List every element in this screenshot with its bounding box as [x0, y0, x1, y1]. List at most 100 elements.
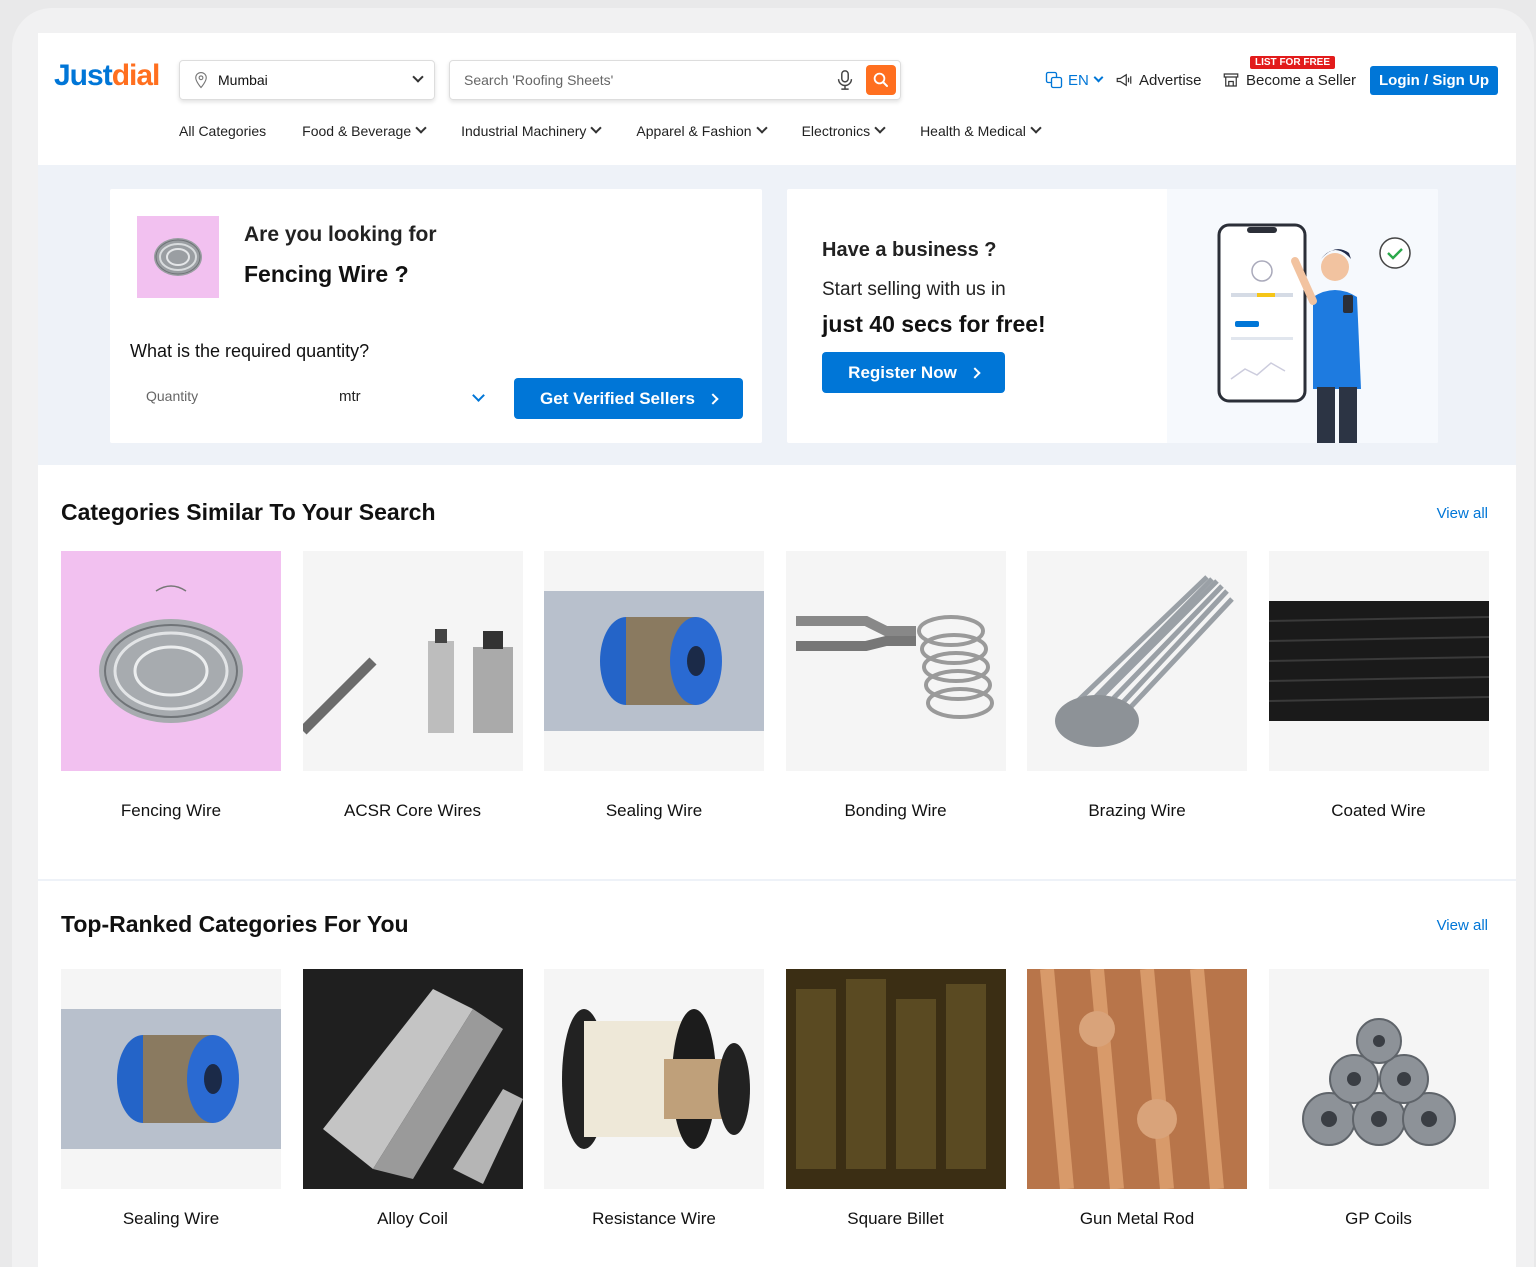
category-tile[interactable]: ACSR Core Wires: [302, 551, 523, 821]
billet-stack-image: [785, 969, 1006, 1189]
top-ranked-grid: Sealing Wire Alloy Coil Resistance Wire Squ…: [61, 969, 1510, 1229]
become-seller-label: Become a Seller: [1246, 71, 1357, 89]
language-label: EN: [1068, 71, 1089, 89]
chevron-right-icon: [707, 392, 719, 405]
category-image[interactable]: [61, 551, 281, 771]
category-tile[interactable]: Coated Wire: [1268, 551, 1489, 821]
category-tile[interactable]: GP Coils: [1268, 969, 1489, 1229]
category-tile[interactable]: Sealing Wire: [61, 969, 281, 1229]
login-signup-button[interactable]: Login / Sign Up: [1370, 66, 1498, 95]
brazing-rods-image: [1055, 575, 1234, 747]
product-name: Fencing Wire ?: [244, 261, 409, 287]
nav-item-health-medical[interactable]: Health & Medical: [920, 122, 1042, 139]
category-label[interactable]: ACSR Core Wires: [303, 801, 523, 821]
view-all-link[interactable]: View all: [1437, 505, 1488, 522]
acsr-cable-image: [302, 629, 513, 735]
unit-selector[interactable]: mtr: [339, 388, 361, 405]
advertise-label: Advertise: [1139, 71, 1202, 89]
megaphone-icon: [1116, 73, 1132, 87]
category-image[interactable]: [785, 551, 1006, 771]
category-image[interactable]: [302, 969, 523, 1189]
category-image[interactable]: [1268, 969, 1489, 1189]
similar-categories-grid: Fencing Wire ACSR Core Wires Sealing Wire B…: [61, 551, 1510, 821]
category-label[interactable]: Sealing Wire: [61, 1209, 281, 1229]
get-verified-sellers-label: Get Verified Sellers: [540, 388, 695, 408]
category-image[interactable]: [1268, 551, 1489, 771]
view-all-link[interactable]: View all: [1437, 917, 1488, 934]
similar-categories-section: Categories Similar To Your Search View a…: [38, 465, 1516, 879]
category-tile[interactable]: Gun Metal Rod: [1027, 969, 1247, 1229]
register-now-button[interactable]: Register Now: [822, 352, 1005, 393]
nav-item-label: Apparel & Fashion: [636, 123, 752, 139]
category-label[interactable]: GP Coils: [1269, 1209, 1489, 1229]
business-subtext: Start selling with us in: [822, 279, 1006, 300]
enquiry-card: Are you looking for Fencing Wire ? What …: [110, 189, 762, 443]
chevron-down-icon: [1030, 122, 1042, 134]
justdial-logo[interactable]: Justdial: [54, 59, 160, 93]
microphone-icon[interactable]: [834, 68, 856, 92]
bonding-clamp-image: [795, 615, 994, 719]
category-tile[interactable]: Sealing Wire: [544, 551, 764, 821]
category-image[interactable]: [61, 969, 281, 1189]
category-label[interactable]: Alloy Coil: [303, 1209, 523, 1229]
search-button[interactable]: [866, 65, 896, 95]
category-label[interactable]: Resistance Wire: [544, 1209, 764, 1229]
location-value: Mumbai: [218, 72, 268, 88]
category-image[interactable]: [1027, 969, 1247, 1189]
language-selector[interactable]: EN: [1044, 67, 1104, 93]
search-box: [449, 60, 901, 100]
category-label[interactable]: Fencing Wire: [61, 801, 281, 821]
business-card: Have a business ? Start selling with us …: [787, 189, 1438, 443]
logo-text-just: Just: [54, 59, 113, 92]
nav-item-all-categories[interactable]: All Categories: [179, 123, 266, 139]
category-image[interactable]: [302, 551, 523, 771]
store-icon: [1223, 73, 1239, 87]
category-tile[interactable]: Resistance Wire: [544, 969, 764, 1229]
chevron-down-icon: [1093, 72, 1104, 82]
barbed-wire-image: [154, 238, 202, 276]
chevron-down-icon[interactable]: [472, 389, 485, 402]
header: Justdial Mumbai EN Advertise LIST FOR FR…: [38, 33, 1516, 165]
category-image[interactable]: [1027, 551, 1247, 771]
nav-item-industrial-machinery[interactable]: Industrial Machinery: [461, 122, 603, 139]
section-title: Top-Ranked Categories For You: [61, 911, 409, 937]
category-label[interactable]: Coated Wire: [1269, 801, 1489, 821]
become-seller-link[interactable]: Become a Seller: [1222, 67, 1356, 93]
nav-item-food-beverage[interactable]: Food & Beverage: [302, 122, 427, 139]
chevron-down-icon: [415, 122, 427, 134]
copper-rods-image: [1027, 969, 1247, 1189]
register-now-label: Register Now: [848, 362, 957, 382]
category-label[interactable]: Gun Metal Rod: [1027, 1209, 1247, 1229]
nav-item-label: Industrial Machinery: [461, 123, 587, 139]
wire-spool-image: [61, 1009, 281, 1149]
resistance-spool-image: [562, 1009, 750, 1149]
nav-item-apparel-fashion[interactable]: Apparel & Fashion: [636, 122, 768, 139]
category-label[interactable]: Brazing Wire: [1027, 801, 1247, 821]
barbed-wire-image: [99, 585, 243, 723]
quantity-input[interactable]: Quantity: [146, 388, 198, 404]
get-verified-sellers-button[interactable]: Get Verified Sellers: [514, 378, 743, 419]
category-tile[interactable]: Square Billet: [785, 969, 1006, 1229]
category-image[interactable]: [544, 969, 764, 1189]
category-label[interactable]: Bonding Wire: [786, 801, 1006, 821]
category-tile[interactable]: Alloy Coil: [302, 969, 523, 1229]
category-image[interactable]: [544, 551, 764, 771]
category-tile[interactable]: Fencing Wire: [61, 551, 281, 821]
seller-phone-illustration: [1167, 189, 1438, 443]
category-nav: All Categories Food & Beverage Industrial …: [179, 122, 1076, 139]
translate-icon: [1045, 71, 1063, 89]
nav-item-label: Health & Medical: [920, 123, 1026, 139]
search-input[interactable]: [464, 72, 834, 88]
category-tile[interactable]: Bonding Wire: [785, 551, 1006, 821]
category-label[interactable]: Square Billet: [786, 1209, 1006, 1229]
category-label[interactable]: Sealing Wire: [544, 801, 764, 821]
category-image[interactable]: [785, 969, 1006, 1189]
coated-wire-coil-image: [1268, 601, 1489, 721]
location-selector[interactable]: Mumbai: [179, 60, 435, 100]
nav-item-electronics[interactable]: Electronics: [802, 122, 886, 139]
steel-coils-image: [1301, 1018, 1456, 1146]
advertise-link[interactable]: Advertise: [1114, 67, 1202, 93]
category-tile[interactable]: Brazing Wire: [1027, 551, 1247, 821]
chevron-down-icon: [874, 122, 886, 134]
page: Justdial Mumbai EN Advertise LIST FOR FR…: [38, 33, 1516, 1267]
